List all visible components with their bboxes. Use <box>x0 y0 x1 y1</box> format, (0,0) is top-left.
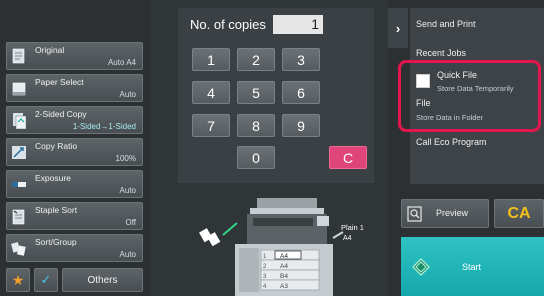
copies-label: No. of copies <box>190 17 266 32</box>
cassette-3-size: B4 <box>280 273 288 280</box>
sort-group-button[interactable]: Sort/Group Auto <box>6 234 143 262</box>
key-3[interactable]: 3 <box>282 48 320 71</box>
preview-button[interactable]: Preview <box>401 199 489 228</box>
original-value: Auto A4 <box>107 58 136 67</box>
exposure-value: Auto <box>119 186 136 195</box>
preview-label: Preview <box>436 208 469 218</box>
two-sided-copy-button[interactable]: 2-Sided Copy 1-Sided→1-Sided <box>6 106 143 134</box>
copy-ratio-value: 100% <box>115 154 136 163</box>
key-6[interactable]: 6 <box>282 81 320 104</box>
key-7[interactable]: 7 <box>192 114 230 137</box>
send-and-print-item[interactable]: Send and Print <box>416 19 476 29</box>
favorite-button[interactable]: ★ <box>6 268 30 292</box>
output-pages-icon <box>199 228 221 247</box>
sort-group-value: Auto <box>119 250 136 259</box>
others-button[interactable]: Others <box>62 268 143 292</box>
key-0[interactable]: 0 <box>237 146 275 169</box>
key-4[interactable]: 4 <box>192 81 230 104</box>
highlight-outline <box>398 60 541 132</box>
ratio-icon <box>12 146 26 159</box>
two-sided-copy-label: 2-Sided Copy <box>35 109 87 119</box>
copy-ratio-button[interactable]: Copy Ratio 100% <box>6 138 143 166</box>
start-diamond-icon <box>412 258 430 276</box>
checkmark-icon: ✓ <box>40 272 52 287</box>
call-eco-program-item[interactable]: Call Eco Program <box>416 137 487 147</box>
star-icon: ★ <box>11 271 25 288</box>
staple-sort-button[interactable]: Staple Sort Off <box>6 202 143 230</box>
copy-ratio-label: Copy Ratio <box>35 141 78 151</box>
duplex-icon <box>13 113 27 129</box>
original-icon <box>12 48 25 64</box>
machine-illustration: 1 A4 2 A4 3 B4 4 A3 Plain 1 A4 <box>199 198 364 296</box>
key-8[interactable]: 8 <box>237 114 275 137</box>
check-button[interactable]: ✓ <box>34 268 58 292</box>
key-5[interactable]: 5 <box>237 81 275 104</box>
sort-icon <box>11 242 26 256</box>
cassette-4-size: A3 <box>280 283 288 290</box>
exposure-button[interactable]: Exposure Auto <box>6 170 143 198</box>
others-label: Others <box>87 274 118 286</box>
start-button[interactable]: Start <box>401 237 544 296</box>
original-button[interactable]: Original Auto A4 <box>6 42 143 70</box>
collapse-menu-button[interactable]: › <box>388 8 408 48</box>
two-sided-copy-value: 1-Sided→1-Sided <box>72 122 136 131</box>
key-9[interactable]: 9 <box>282 114 320 137</box>
clear-all-button[interactable]: CA <box>494 199 544 228</box>
sort-group-label: Sort/Group <box>35 237 77 247</box>
exposure-label: Exposure <box>35 173 71 183</box>
staple-sort-value: Off <box>125 218 136 227</box>
paper-select-label: Paper Select <box>35 77 84 87</box>
paper-icon <box>12 82 26 96</box>
original-label: Original <box>35 45 65 55</box>
tray-size: A4 <box>343 235 352 242</box>
recent-jobs-item[interactable]: Recent Jobs <box>416 48 466 58</box>
tray-label: Plain 1 <box>341 223 364 232</box>
paper-select-value: Auto <box>119 90 136 99</box>
staple-sort-label: Staple Sort <box>35 205 78 215</box>
chevron-right-icon: › <box>395 20 401 36</box>
cassette-1-size: A4 <box>280 253 288 260</box>
key-2[interactable]: 2 <box>237 48 275 71</box>
cassette-2-size: A4 <box>280 263 288 270</box>
key-1[interactable]: 1 <box>192 48 230 71</box>
exposure-icon <box>12 182 26 187</box>
staple-icon <box>12 209 25 225</box>
copies-input[interactable]: 1 <box>273 15 323 34</box>
preview-icon <box>407 206 422 222</box>
clear-key[interactable]: C <box>329 146 367 169</box>
paper-select-button[interactable]: Paper Select Auto <box>6 74 143 102</box>
start-label: Start <box>462 262 482 272</box>
